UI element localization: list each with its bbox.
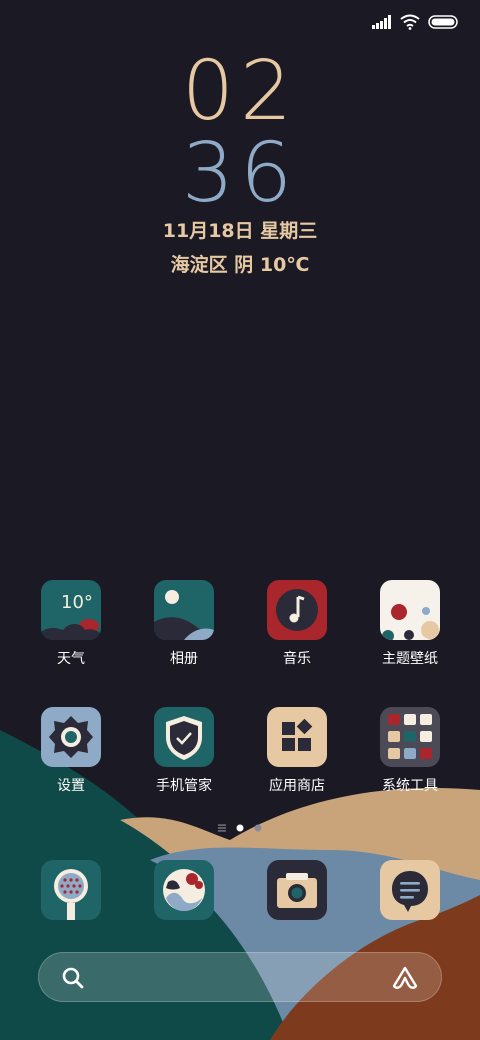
app-settings[interactable]: 设置 <box>21 707 121 795</box>
page-dot-current[interactable] <box>236 824 244 832</box>
weather-summary[interactable]: 海淀区 阴 10℃ <box>0 250 480 277</box>
page-list-icon[interactable] <box>218 824 226 832</box>
app-security[interactable]: 手机管家 <box>134 707 234 795</box>
settings-icon <box>41 707 101 767</box>
app-label: 相册 <box>170 651 198 667</box>
music-icon <box>267 580 327 640</box>
search-icon[interactable] <box>61 966 85 990</box>
app-label: 应用商店 <box>269 778 325 794</box>
app-store[interactable]: 应用商店 <box>247 707 347 795</box>
assistant-icon[interactable] <box>391 965 419 991</box>
date-label[interactable]: 11月18日 星期三 <box>0 216 480 243</box>
app-label: 系统工具 <box>382 778 438 794</box>
clock-minute[interactable]: 36 <box>0 132 480 216</box>
wifi-icon <box>400 14 420 30</box>
app-label: 音乐 <box>283 651 311 667</box>
app-label: 天气 <box>57 651 85 667</box>
themes-icon <box>380 580 440 640</box>
app-gallery[interactable]: 相册 <box>134 580 234 668</box>
signal-icon <box>372 15 391 29</box>
dock-phone[interactable] <box>21 860 121 920</box>
gallery-icon <box>154 580 214 640</box>
app-label: 主题壁纸 <box>382 651 438 667</box>
security-icon <box>154 707 214 767</box>
page-indicator[interactable] <box>0 824 480 832</box>
search-bar[interactable] <box>38 952 442 1002</box>
app-music[interactable]: 音乐 <box>247 580 347 668</box>
browser-icon <box>154 860 214 920</box>
page-dot[interactable] <box>254 824 262 832</box>
weather-icon: 10° <box>41 580 101 640</box>
phone-icon <box>41 860 101 920</box>
app-themes[interactable]: 主题壁纸 <box>360 580 460 668</box>
dock-browser[interactable] <box>134 860 234 920</box>
app-label: 手机管家 <box>156 778 212 794</box>
app-tools-folder[interactable]: 系统工具 <box>360 707 460 795</box>
app-label: 设置 <box>57 778 85 794</box>
search-input[interactable] <box>105 963 369 993</box>
messages-icon <box>380 860 440 920</box>
dock-messages[interactable] <box>360 860 460 920</box>
dock-camera[interactable] <box>247 860 347 920</box>
weather-temp: 10° <box>61 592 93 613</box>
camera-icon <box>267 860 327 920</box>
clock-hour[interactable]: 02 <box>0 50 480 134</box>
app-store-icon <box>267 707 327 767</box>
app-weather[interactable]: 10° 天气 <box>21 580 121 668</box>
tools-folder-icon <box>380 707 440 767</box>
battery-icon <box>428 15 458 29</box>
status-bar <box>372 12 460 32</box>
